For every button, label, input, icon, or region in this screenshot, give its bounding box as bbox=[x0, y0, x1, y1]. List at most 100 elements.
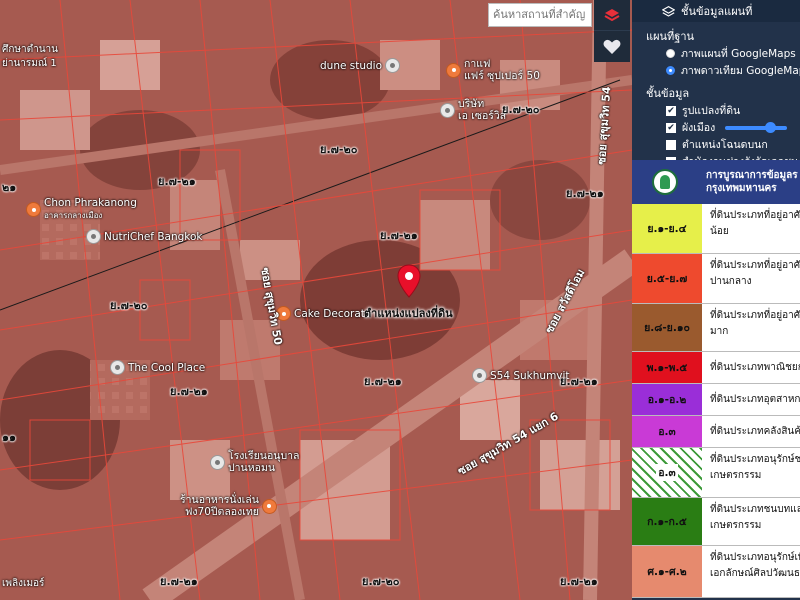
place-icon bbox=[440, 102, 455, 118]
legend-swatch: อ.๓ bbox=[632, 416, 702, 447]
panel-header: ชั้นข้อมูลแผนที่ bbox=[632, 0, 800, 22]
poi-dune-studio[interactable]: dune studio bbox=[320, 58, 401, 73]
layers-title: ชั้นข้อมูล bbox=[646, 87, 690, 100]
legend-desc: ที่ดินประเภทที่อยู่อาศั bbox=[710, 260, 800, 271]
poi-the-cool-place[interactable]: The Cool Place bbox=[110, 360, 205, 375]
poi-label: โรงเรียนอนุบาล bbox=[228, 450, 300, 462]
legend-desc: ที่ดินประเภทที่อยู่อาศั bbox=[710, 310, 800, 321]
checkbox-checked[interactable]: ✔ bbox=[666, 105, 676, 116]
zone-label: ย.๗-๒๑ bbox=[170, 385, 208, 398]
zone-label: ย.๗-๒๐ bbox=[502, 103, 540, 116]
poi-label: dune studio bbox=[320, 59, 383, 72]
poi-s54-sukhumvit[interactable]: S54 Sukhumvit bbox=[472, 368, 570, 383]
poi-cake-decorate[interactable]: Cake Decorate bbox=[276, 306, 371, 321]
basemap-option-satellite[interactable]: ภาพดาวเทียม GoogleMaps bbox=[632, 62, 800, 79]
layer-option-deeds[interactable]: ตำแหน่งโฉนดบนก bbox=[632, 136, 800, 153]
zoning-legend: ย.๑-ย.๔ ที่ดินประเภทที่อยู่อาศั น้อย ย.๕-… bbox=[632, 204, 800, 598]
location-pin-icon[interactable] bbox=[396, 264, 422, 298]
edge-label: เพลิงเมอร์ bbox=[2, 578, 45, 589]
layers-toggle-button[interactable] bbox=[594, 0, 630, 30]
legend-row: อ.๑-อ.๒ ที่ดินประเภทอุตสาหกร bbox=[632, 384, 800, 416]
legend-subtitle: กรุงเทพมหานคร bbox=[706, 183, 777, 194]
legend-swatch-hatched: อ.๓ bbox=[632, 448, 702, 497]
legend-row: ก.๑-ก.๕ ที่ดินประเภทชนบทและ เกษตรกรรม bbox=[632, 498, 800, 546]
zone-label: ย.๗-๒๐ bbox=[110, 299, 148, 312]
poi-label: บริษัท bbox=[458, 98, 485, 110]
place-icon bbox=[86, 229, 101, 244]
option-label: ผังเมือง bbox=[682, 122, 716, 134]
legend-desc: เอกลักษณ์ศิลปวัฒนธ bbox=[710, 568, 800, 579]
poi-label: กาแฟ bbox=[464, 58, 491, 70]
layer-option-zoning[interactable]: ✔ ผังเมือง bbox=[632, 119, 800, 136]
legend-swatch: ย.๕-ย.๗ bbox=[632, 254, 702, 303]
option-label: ภาพแผนที่ GoogleMaps bbox=[681, 48, 796, 60]
restaurant-icon bbox=[26, 202, 41, 217]
layers-icon bbox=[662, 5, 675, 17]
radio-button[interactable] bbox=[666, 49, 675, 58]
satellite-imagery bbox=[0, 0, 632, 600]
poi-label: S54 Sukhumvit bbox=[490, 369, 570, 382]
opacity-slider[interactable] bbox=[725, 121, 788, 133]
legend-row: ย.๘-ย.๑๐ ที่ดินประเภทที่อยู่อาศั มาก bbox=[632, 304, 800, 352]
legend-swatch: ก.๑-ก.๕ bbox=[632, 498, 702, 545]
zone-label: ย.๗-๒๐ bbox=[362, 575, 400, 588]
zone-label: ย.๗-๒๑ bbox=[160, 575, 198, 588]
favorite-button[interactable] bbox=[594, 30, 630, 62]
search-input[interactable] bbox=[488, 3, 592, 27]
legend-desc: ที่ดินประเภทพาณิชยก bbox=[710, 362, 800, 373]
bangkok-seal-icon bbox=[652, 169, 678, 195]
heart-icon bbox=[603, 39, 621, 54]
zone-label: ย.๗-๒๑ bbox=[158, 175, 196, 188]
poi-kindergarten[interactable]: โรงเรียนอนุบาล ปานหอมน bbox=[210, 450, 299, 474]
legend-desc: ที่ดินประเภทคลังสินค้ bbox=[710, 426, 800, 437]
poi-nutrichef[interactable]: NutriChef Bangkok bbox=[86, 229, 203, 244]
zone-label: ๒๑ bbox=[2, 181, 17, 194]
poi-noodle-shop[interactable]: ร้านอาหารนั่งเล่น ฟง70ปีตลองเทย bbox=[180, 494, 277, 518]
checkbox[interactable] bbox=[666, 139, 676, 150]
poi-label: ร้านอาหารนั่งเล่น bbox=[180, 494, 259, 506]
edge-label: ย่านารมณ์ 1 bbox=[2, 58, 57, 69]
poi-sublabel: อาคารกลางเมือง bbox=[44, 211, 103, 220]
poi-label: Cake Decorate bbox=[294, 307, 372, 320]
legend-desc: ที่ดินประเภทอนุรักษ์เพื่ bbox=[710, 552, 800, 563]
legend-title: การบูรณาการข้อมูลร bbox=[706, 170, 798, 181]
place-icon bbox=[385, 58, 401, 73]
map-canvas[interactable]: Chon Phrakanong อาคารกลางเมือง NutriChef… bbox=[0, 0, 632, 600]
legend-row: พ.๑-พ.๕ ที่ดินประเภทพาณิชยก bbox=[632, 352, 800, 384]
legend-desc: ที่ดินประเภทอุตสาหกร bbox=[710, 394, 800, 405]
legend-swatch: พ.๑-พ.๕ bbox=[632, 352, 702, 383]
zone-label: ย.๗-๒๑ bbox=[560, 375, 598, 388]
zone-label: ย.๗-๒๑ bbox=[566, 187, 604, 200]
legend-desc: น้อย bbox=[710, 226, 729, 237]
poi-chon-phrakanong[interactable]: Chon Phrakanong อาคารกลางเมือง bbox=[26, 197, 137, 222]
legend-desc: ปานกลาง bbox=[710, 276, 752, 287]
poi-sublabel: เอ เซอร์วิส bbox=[458, 110, 507, 122]
layers-icon bbox=[604, 9, 620, 22]
legend-row: อ.๓ ที่ดินประเภทคลังสินค้ bbox=[632, 416, 800, 448]
zone-label: ย.๗-๒๑ bbox=[560, 575, 598, 588]
poi-sublabel: ฟง70ปีตลองเทย bbox=[184, 506, 259, 518]
poi-cafe[interactable]: กาแฟ แฟร์ ซุปเปอร์ 50 bbox=[446, 58, 540, 82]
radio-button[interactable] bbox=[666, 66, 675, 75]
checkbox-checked[interactable]: ✔ bbox=[666, 122, 676, 133]
layer-option-parcels[interactable]: ✔ รูปแปลงที่ดิน bbox=[632, 102, 800, 119]
option-label: ภาพดาวเทียม GoogleMaps bbox=[681, 65, 800, 77]
poi-sublabel: แฟร์ ซุปเปอร์ 50 bbox=[464, 70, 540, 82]
legend-row: อ.๓ ที่ดินประเภทอนุรักษ์ชน เกษตรกรรม bbox=[632, 448, 800, 498]
legend-desc: ที่ดินประเภทที่อยู่อาศั bbox=[710, 210, 800, 221]
legend-row: ย.๕-ย.๗ ที่ดินประเภทที่อยู่อาศัปานกลาง bbox=[632, 254, 800, 304]
layer-panel: ชั้นข้อมูลแผนที่ แผนที่ฐาน ภาพแผนที่ Goo… bbox=[632, 0, 800, 600]
place-icon bbox=[472, 368, 487, 383]
poi-company[interactable]: บริษัท เอ เซอร์วิส bbox=[440, 98, 506, 122]
edge-label: ศึกษาตำนาน bbox=[2, 44, 59, 55]
option-label: ตำแหน่งโฉนดบนก bbox=[682, 139, 768, 151]
basemap-option-maps[interactable]: ภาพแผนที่ GoogleMaps bbox=[632, 45, 800, 62]
zone-label: ๑๑ bbox=[2, 431, 16, 444]
legend-code: อ.๓ bbox=[656, 464, 678, 481]
legend-desc: ที่ดินประเภทอนุรักษ์ชน bbox=[710, 454, 800, 465]
legend-desc: ที่ดินประเภทชนบทและ bbox=[710, 504, 800, 515]
option-label: รูปแปลงที่ดิน bbox=[682, 105, 741, 117]
place-icon bbox=[110, 360, 125, 375]
legend-header: การบูรณาการข้อมูลร กรุงเทพมหานคร bbox=[632, 160, 800, 204]
poi-label: NutriChef Bangkok bbox=[104, 230, 203, 243]
